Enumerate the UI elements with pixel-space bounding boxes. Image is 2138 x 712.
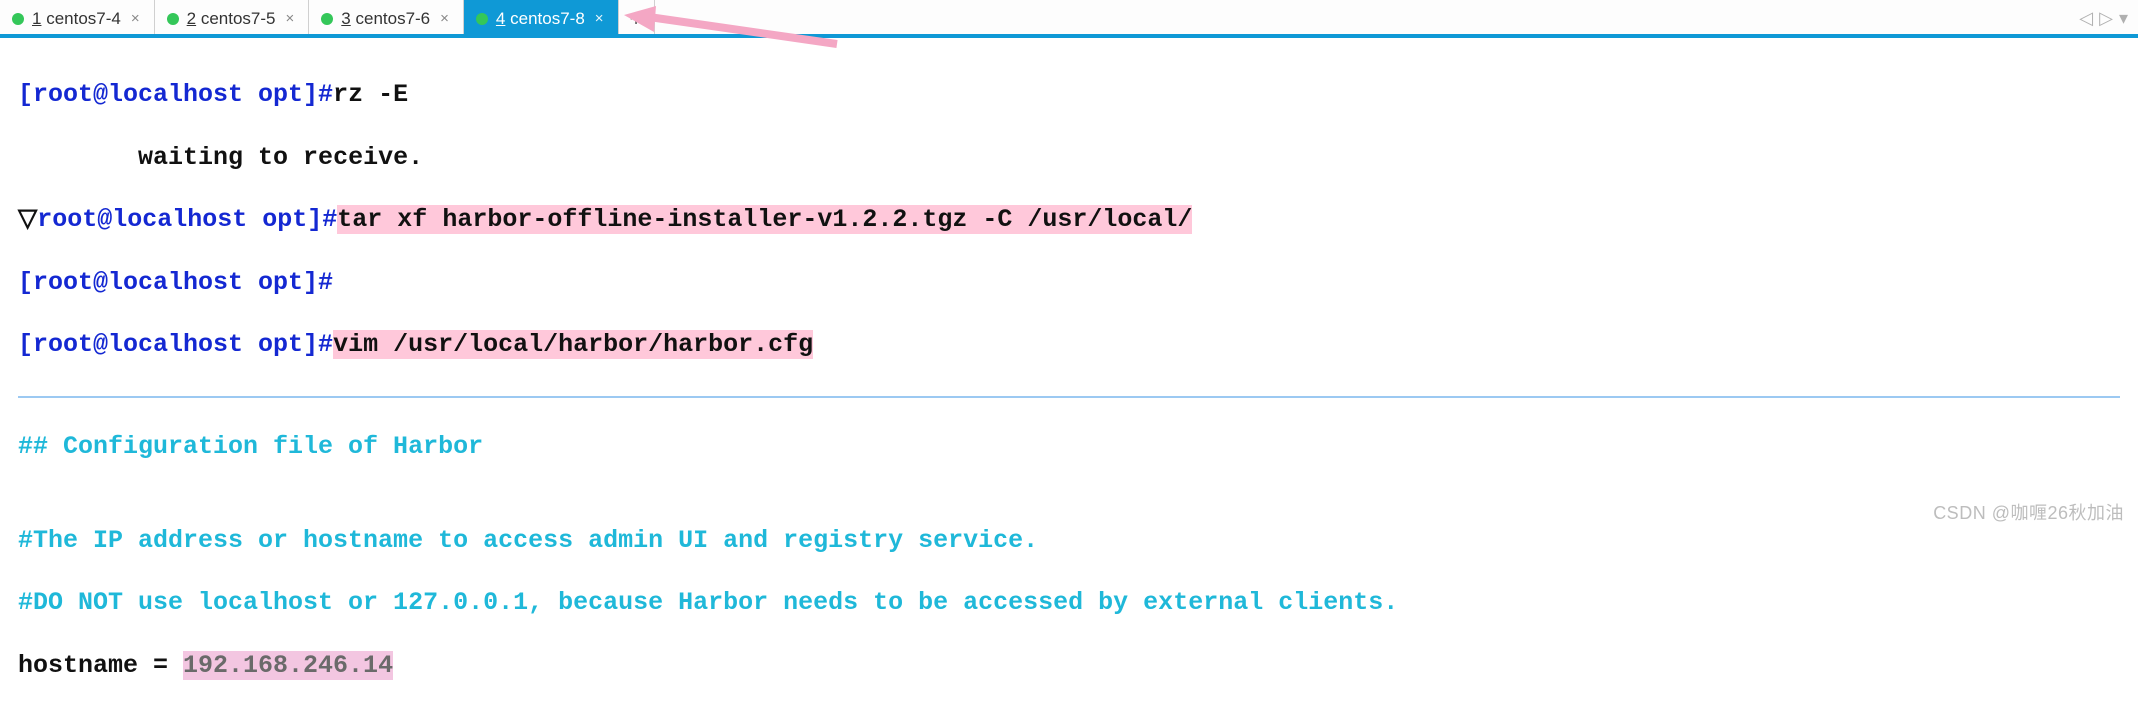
shell-prompt: [root@localhost opt]#	[18, 80, 333, 109]
shell-prompt: [root@localhost opt]#	[18, 268, 333, 297]
tab-centos7-4[interactable]: 1 centos7-4 ×	[0, 0, 155, 37]
tab-centos7-8[interactable]: 4 centos7-8 ×	[464, 0, 619, 37]
tab-nav: ◁ ▷ ▾	[2079, 0, 2138, 37]
config-key: hostname =	[18, 651, 183, 680]
nav-right-icon[interactable]: ▷	[2099, 8, 2113, 30]
tab-bar: 1 centos7-4 × 2 centos7-5 × 3 centos7-6 …	[0, 0, 2138, 38]
status-dot-icon	[167, 13, 179, 25]
config-comment: ## Configuration file of Harbor	[18, 431, 2120, 462]
tab-label: 1 centos7-4	[32, 9, 121, 29]
status-dot-icon	[321, 13, 333, 25]
close-icon[interactable]: ×	[286, 10, 295, 27]
tab-centos7-6[interactable]: 3 centos7-6 ×	[309, 0, 464, 37]
command-text: rz -E	[333, 80, 408, 109]
tab-label: 4 centos7-8	[496, 9, 585, 29]
shell-prompt: [root@localhost opt]#	[18, 330, 333, 359]
config-line: hostname = 192.168.246.14	[18, 650, 2120, 681]
nav-menu-icon[interactable]: ▾	[2119, 8, 2128, 30]
close-icon[interactable]: ×	[131, 10, 140, 27]
tab-centos7-5[interactable]: 2 centos7-5 ×	[155, 0, 310, 37]
triangle-icon: ▽	[18, 205, 37, 234]
watermark: CSDN @咖喱26秋加油	[1933, 499, 2124, 525]
command-text: vim /usr/local/harbor/harbor.cfg	[333, 330, 813, 359]
command-text: tar xf harbor-offline-installer-v1.2.2.t…	[337, 205, 1192, 234]
new-tab-button[interactable]: +	[619, 0, 655, 37]
tab-label: 3 centos7-6	[341, 9, 430, 29]
terminal-output: [root@localhost opt]#rz -E waiting to re…	[0, 38, 2138, 712]
term-line: [root@localhost opt]#	[18, 267, 2120, 298]
config-comment: #DO NOT use localhost or 127.0.0.1, beca…	[18, 587, 2120, 618]
shell-prompt: root@localhost opt]#	[37, 205, 337, 234]
config-comment: #The IP address or hostname to access ad…	[18, 525, 2120, 556]
nav-left-icon[interactable]: ◁	[2079, 8, 2093, 30]
close-icon[interactable]: ×	[440, 10, 449, 27]
tabbar-spacer	[655, 0, 2080, 37]
term-line: [root@localhost opt]#rz -E	[18, 79, 2120, 110]
tab-label: 2 centos7-5	[187, 9, 276, 29]
status-dot-icon	[476, 13, 488, 25]
config-value: 192.168.246.14	[183, 651, 393, 680]
term-line: [root@localhost opt]#vim /usr/local/harb…	[18, 329, 2120, 360]
status-dot-icon	[12, 13, 24, 25]
term-line: ▽root@localhost opt]#tar xf harbor-offli…	[18, 204, 2120, 235]
separator	[18, 396, 2120, 398]
term-line: waiting to receive.	[18, 142, 2120, 173]
close-icon[interactable]: ×	[595, 10, 604, 27]
